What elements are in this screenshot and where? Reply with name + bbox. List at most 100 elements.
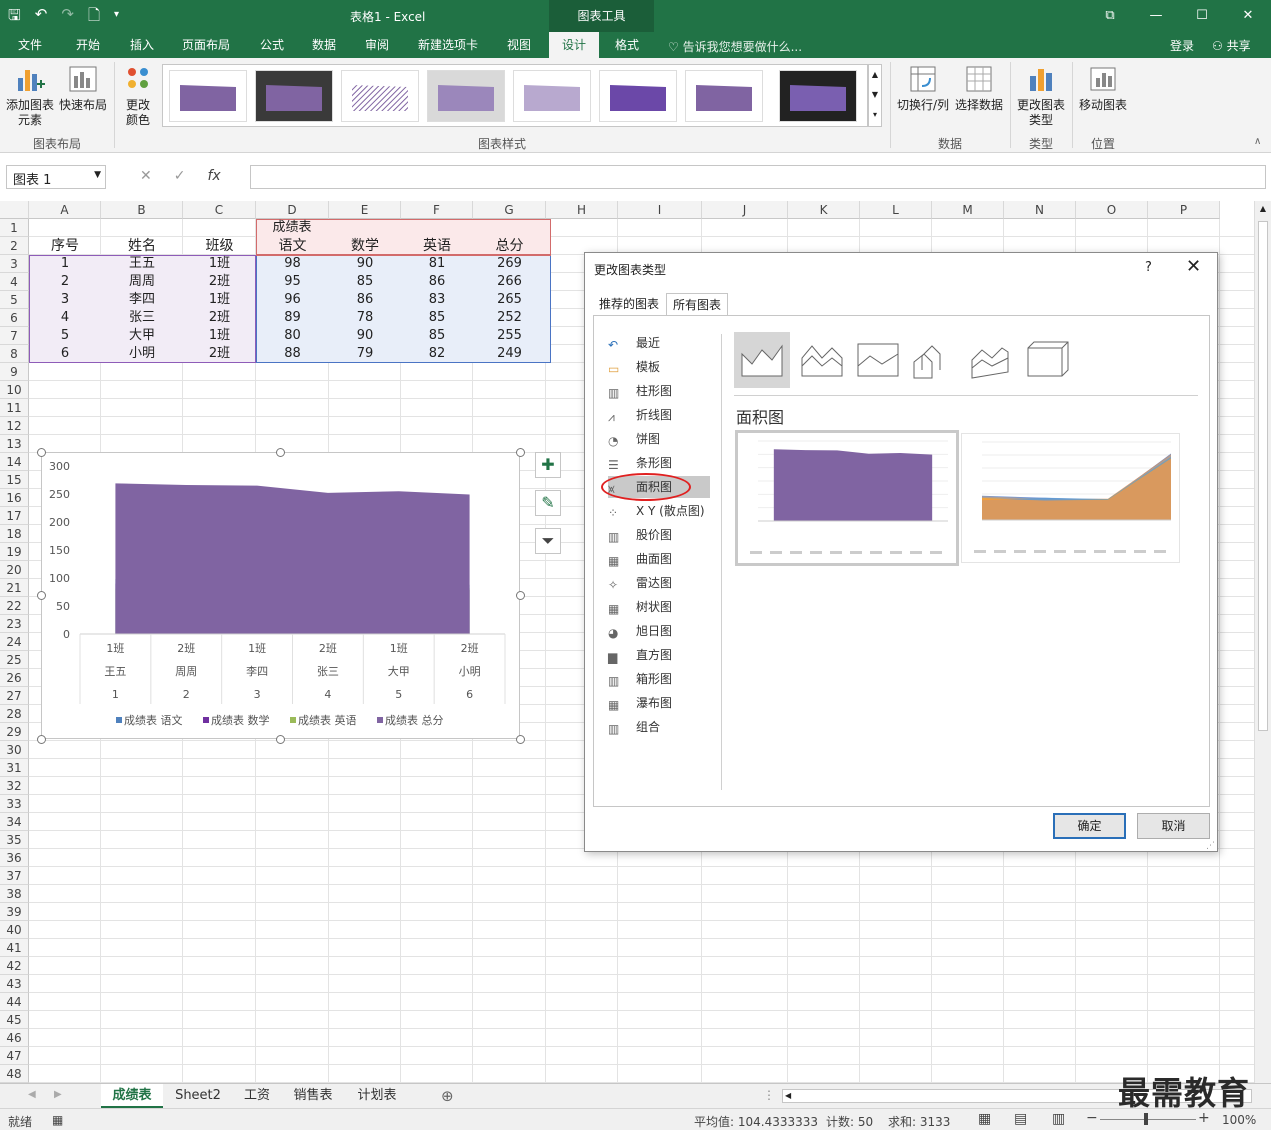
select-data-button[interactable]: 选择数据 [954, 64, 1004, 113]
column-header-F[interactable]: F [401, 201, 473, 219]
data-cell[interactable]: 2班 [183, 273, 256, 291]
row-header[interactable]: 3 [0, 255, 29, 273]
subtype-100-stacked-area[interactable] [850, 332, 906, 388]
resize-grip-icon[interactable]: ⋰ [1206, 841, 1215, 851]
header-cell[interactable]: 班级 [183, 237, 256, 255]
minimize-icon[interactable]: — [1133, 0, 1179, 32]
data-cell[interactable]: 85 [401, 309, 473, 327]
data-cell[interactable]: 小明 [101, 345, 183, 363]
row-header[interactable]: 38 [0, 885, 29, 903]
data-cell[interactable]: 269 [473, 255, 546, 273]
zoom-slider-thumb[interactable] [1144, 1113, 1148, 1125]
row-header[interactable]: 9 [0, 363, 29, 381]
row-header[interactable]: 41 [0, 939, 29, 957]
sheet-tab-sales[interactable]: 销售表 [284, 1084, 342, 1108]
data-cell[interactable]: 王五 [101, 255, 183, 273]
chart-elements-button[interactable]: ✚ [535, 452, 561, 478]
chart-style-1[interactable] [169, 70, 247, 122]
column-header-D[interactable]: D [256, 201, 329, 219]
subtype-3d-100-stacked-area[interactable] [1020, 332, 1076, 388]
undo-icon[interactable]: ↶ [35, 5, 48, 30]
subtype-area[interactable] [734, 332, 790, 388]
data-cell[interactable]: 86 [329, 291, 401, 309]
row-header[interactable]: 5 [0, 291, 29, 309]
data-cell[interactable]: 255 [473, 327, 546, 345]
column-header-M[interactable]: M [932, 201, 1004, 219]
row-header[interactable]: 35 [0, 831, 29, 849]
row-header[interactable]: 39 [0, 903, 29, 921]
move-chart-button[interactable]: 移动图表 [1076, 64, 1130, 113]
chart-type-item[interactable]: ▆ 直方图 [608, 644, 710, 666]
tab-new-tab[interactable]: 新建选项卡 [410, 32, 486, 58]
sheet-tab-plan[interactable]: 计划表 [346, 1084, 408, 1108]
row-header[interactable]: 19 [0, 543, 29, 561]
scroll-left-icon[interactable]: ◀ [28, 1089, 36, 1100]
legend-entry[interactable]: 成绩表 总分 [385, 713, 444, 727]
data-cell[interactable]: 98 [256, 255, 329, 273]
gallery-scroll[interactable]: ▲ ▼ ▾ [868, 64, 882, 127]
preview-area-chart[interactable] [735, 430, 959, 566]
row-header[interactable]: 44 [0, 993, 29, 1011]
quick-layout-button[interactable]: 快速布局 [58, 64, 108, 113]
data-cell[interactable]: 79 [329, 345, 401, 363]
confirm-icon[interactable]: ✓ [174, 168, 186, 184]
ribbon-display-icon[interactable]: ⧉ [1087, 0, 1133, 32]
data-cell[interactable]: 李四 [101, 291, 183, 309]
row-header[interactable]: 10 [0, 381, 29, 399]
data-cell[interactable]: 1班 [183, 327, 256, 345]
column-header-L[interactable]: L [860, 201, 932, 219]
login-link[interactable]: 登录 [1170, 37, 1194, 54]
data-cell[interactable]: 3 [29, 291, 101, 309]
row-header[interactable]: 48 [0, 1065, 29, 1083]
chart-type-item[interactable]: ▦ 树状图 [608, 596, 710, 618]
maximize-icon[interactable]: ☐ [1179, 0, 1225, 32]
column-header-K[interactable]: K [788, 201, 860, 219]
area-chart[interactable]: 0 50 100 150 200 250 300 1班 王五 1 2班 周周 2 1班 李四 3 2班 张三 4 1班… [41, 452, 520, 739]
tab-recommended-charts[interactable]: 推荐的图表 [593, 293, 665, 315]
share-button[interactable]: ⚇ 共享 [1212, 37, 1251, 54]
ok-button[interactable]: 确定 [1053, 813, 1126, 839]
chevron-up-icon[interactable]: ▲ [1255, 201, 1271, 213]
switch-row-column-button[interactable]: 切换行/列 [894, 64, 952, 113]
row-header[interactable]: 13 [0, 435, 29, 453]
data-cell[interactable]: 1班 [183, 291, 256, 309]
chart-type-item[interactable]: ☰ 条形图 [608, 452, 710, 474]
row-header[interactable]: 26 [0, 669, 29, 687]
data-cell[interactable]: 85 [401, 327, 473, 345]
name-box[interactable]: 图表 1 ▼ [6, 165, 106, 189]
tab-formulas[interactable]: 公式 [250, 32, 294, 58]
area-series-3[interactable] [115, 483, 470, 634]
chart-type-item[interactable]: ▦ 曲面图 [608, 548, 710, 570]
column-header-J[interactable]: J [702, 201, 788, 219]
data-cell[interactable]: 81 [401, 255, 473, 273]
row-header[interactable]: 29 [0, 723, 29, 741]
customize-qat-icon[interactable]: ▾ [114, 5, 119, 30]
row-header[interactable]: 12 [0, 417, 29, 435]
row-header[interactable]: 34 [0, 813, 29, 831]
row-header[interactable]: 11 [0, 399, 29, 417]
tab-insert[interactable]: 插入 [120, 32, 164, 58]
chevron-up-icon[interactable]: ▲ [872, 70, 878, 79]
function-icon[interactable]: fx [207, 168, 220, 184]
data-cell[interactable]: 89 [256, 309, 329, 327]
data-cell[interactable]: 张三 [101, 309, 183, 327]
header-cell[interactable]: 数学 [329, 237, 401, 255]
macro-record-icon[interactable]: ▦ [52, 1113, 63, 1127]
column-header-O[interactable]: O [1076, 201, 1148, 219]
resize-handle[interactable] [37, 735, 46, 744]
row-header[interactable]: 17 [0, 507, 29, 525]
row-header[interactable]: 18 [0, 525, 29, 543]
page-layout-view-icon[interactable]: ▤ [1014, 1111, 1027, 1127]
row-header[interactable]: 16 [0, 489, 29, 507]
column-header-E[interactable]: E [329, 201, 401, 219]
data-cell[interactable]: 88 [256, 345, 329, 363]
chart-styles-button[interactable]: ✎ [535, 490, 561, 516]
tab-file[interactable]: 文件 [10, 32, 50, 58]
normal-view-icon[interactable]: ▦ [978, 1111, 991, 1127]
resize-handle[interactable] [37, 591, 46, 600]
resize-handle[interactable] [516, 448, 525, 457]
change-colors-button[interactable]: 更改颜色 [118, 64, 158, 128]
chart-type-item[interactable]: ▦ 瀑布图 [608, 692, 710, 714]
tab-data[interactable]: 数据 [302, 32, 346, 58]
row-header[interactable]: 4 [0, 273, 29, 291]
